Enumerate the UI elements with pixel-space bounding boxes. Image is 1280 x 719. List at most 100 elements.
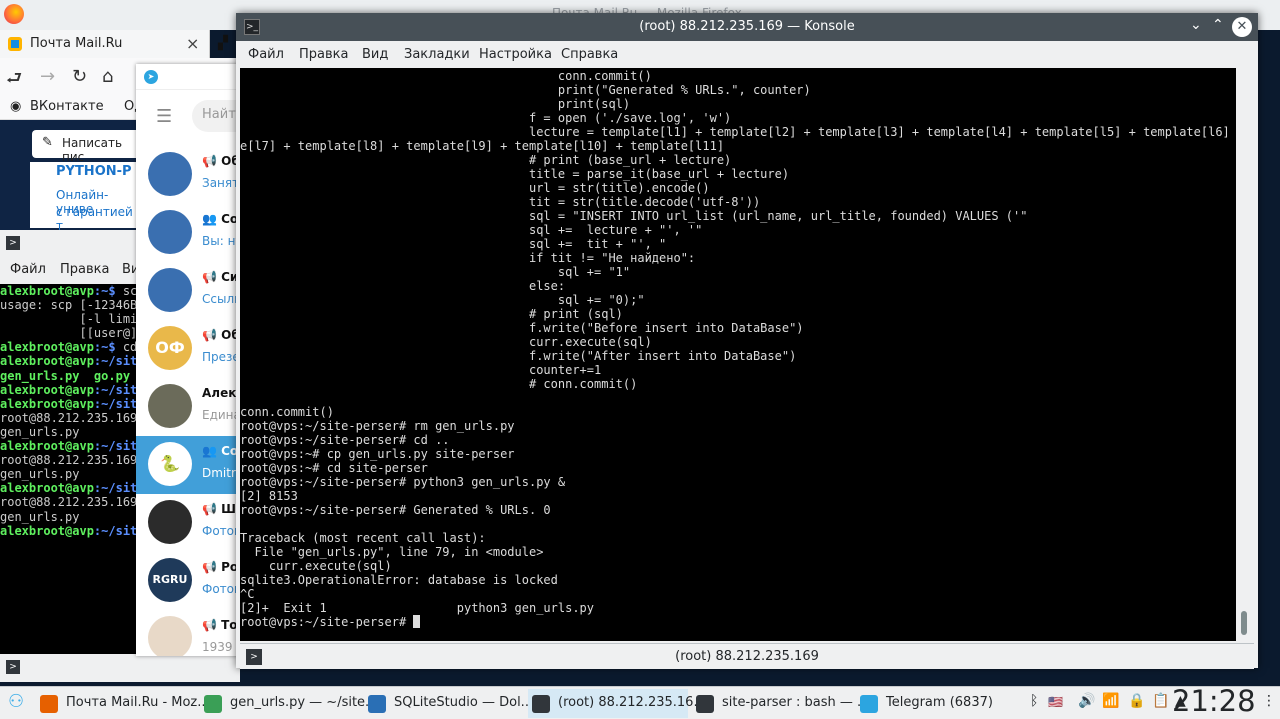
- bg-konsole-statusbar: >: [0, 654, 240, 682]
- chat-name: 👥 Со: [202, 212, 239, 226]
- taskbar-task[interactable]: (root) 88.212.235.16...: [528, 689, 706, 718]
- konsole-menubar: Файл Правка Вид Закладки Настройка Справ…: [236, 41, 1258, 67]
- chat-avatar: ОФ: [148, 326, 192, 370]
- menu-settings[interactable]: Настройка: [479, 47, 552, 62]
- firefox-tab-label: Почта Mail.Ru: [30, 36, 123, 51]
- hamburger-menu-icon[interactable]: ☰: [156, 106, 172, 127]
- bg-menu-file[interactable]: Файл: [10, 262, 46, 277]
- firefox-logo-icon: [4, 4, 24, 24]
- chat-name: Алекс: [202, 386, 240, 400]
- terminal-icon[interactable]: >: [6, 660, 20, 674]
- terminal-cursor: [413, 615, 421, 628]
- chat-item[interactable]: 📢 Си Ссылк: [136, 262, 240, 320]
- app-launcher-icon[interactable]: ⚇: [8, 691, 24, 712]
- terminal-line: # conn.commit(): [240, 377, 638, 391]
- chat-item[interactable]: 📢 Ш Фотог: [136, 494, 240, 552]
- chat-preview: Едина: [202, 408, 240, 422]
- chat-item[interactable]: 📢 Об Занят: [136, 146, 240, 204]
- volume-icon[interactable]: 🔊: [1078, 693, 1095, 709]
- chat-preview: Dmitr: [202, 466, 236, 480]
- taskbar-task[interactable]: gen_urls.py — ~/site...: [200, 689, 377, 718]
- chat-name: 📢 Ро: [202, 560, 239, 574]
- chat-item[interactable]: ОФ 📢 Об Презе: [136, 320, 240, 378]
- menu-help[interactable]: Справка: [561, 47, 618, 62]
- compose-button[interactable]: ✎ Написать пис: [32, 130, 142, 164]
- chat-name: 📢 Ш: [202, 502, 236, 516]
- firefox-tab-2-icon[interactable]: ▞: [218, 36, 234, 51]
- taskbar-task[interactable]: SQLiteStudio — Dol...: [364, 689, 533, 718]
- clipboard-icon[interactable]: 📋: [1152, 693, 1169, 709]
- terminal-line: curr.execute(sql): [240, 335, 652, 349]
- terminal-line: root@vps:~# cd site-perser: [240, 461, 428, 475]
- home-icon[interactable]: ⌂: [102, 66, 113, 87]
- bg-prompt-user: alexbroot@avp: [0, 340, 94, 355]
- taskbar-task[interactable]: Telegram (6837): [856, 689, 1016, 718]
- terminal-line: root@vps:~/site-perser# Generated % URLs…: [240, 503, 551, 517]
- bg-line-text: usage: scp [-12346BCp: [0, 298, 152, 313]
- close-window-icon[interactable]: ✕: [1232, 17, 1252, 37]
- chat-item[interactable]: 📢 То 1939 г: [136, 610, 240, 656]
- terminal-line: File "gen_urls.py", line 79, in <module>: [240, 545, 544, 559]
- terminal-scrollbar[interactable]: [1236, 68, 1254, 641]
- back-icon[interactable]: ⮐: [6, 66, 22, 96]
- terminal-line: sqlite3.OperationalError: database is lo…: [240, 573, 558, 587]
- notifications-icon[interactable]: 🔒: [1128, 693, 1145, 709]
- promo-banner[interactable]: PYTHON-P Онлайн-униве с гарантией т: [30, 162, 140, 233]
- menu-file[interactable]: Файл: [248, 47, 284, 62]
- menu-bookmarks[interactable]: Закладки: [404, 47, 470, 62]
- mail-ru-favicon-icon: [8, 37, 22, 51]
- chat-item[interactable]: RGRU 📢 Ро Фотог: [136, 552, 240, 610]
- terminal-line: if tit != "Не найдено":: [240, 251, 696, 265]
- clock[interactable]: 21:28: [1172, 684, 1256, 718]
- terminal-icon[interactable]: >: [6, 236, 20, 250]
- terminal-line: sql += "1": [240, 265, 631, 279]
- scrollbar-thumb[interactable]: [1241, 611, 1247, 635]
- konsole-titlebar[interactable]: >_ (root) 88.212.235.169 — Konsole ⌄ ⌃ ✕: [236, 13, 1258, 41]
- terminal-line: f = open ('./save.log', 'w'): [240, 111, 732, 125]
- chat-preview: 1939 г: [202, 640, 240, 654]
- close-tab-icon[interactable]: ×: [186, 34, 199, 53]
- telegram-search-input[interactable]: Найти: [192, 100, 240, 132]
- vk-bookmark-icon: ◉: [10, 99, 22, 114]
- reload-icon[interactable]: ↻: [72, 66, 87, 87]
- taskbar-task-label: site-parser : bash — ...: [722, 695, 870, 710]
- bg-menu-edit[interactable]: Правка: [60, 262, 109, 277]
- terminal-line: e[l7] + template[l8] + template[l9] + te…: [240, 139, 725, 153]
- chat-item[interactable]: Алекс Едина: [136, 378, 240, 436]
- firefox-tab-mail[interactable]: Почта Mail.Ru ×: [0, 30, 210, 58]
- chat-item[interactable]: 👥 Со Вы: ну: [136, 204, 240, 262]
- minimize-icon[interactable]: ⌄: [1190, 17, 1202, 33]
- bg-prompt-user: alexbroot@avp: [0, 382, 94, 397]
- keyboard-layout-flag-icon[interactable]: 🇺🇸: [1048, 695, 1063, 709]
- bookmark-vkontakte[interactable]: ВКонтакте: [30, 99, 104, 114]
- sqlitestudio-icon: [368, 695, 386, 713]
- promo-title: PYTHON-P: [56, 164, 132, 179]
- konsole-tabbar: > (root) 88.212.235.169: [240, 643, 1254, 669]
- menu-view[interactable]: Вид: [362, 47, 388, 62]
- maximize-icon[interactable]: ⌃: [1212, 17, 1224, 33]
- terminal-line: # print (sql): [240, 307, 623, 321]
- chat-item[interactable]: 🐍 👥 Со Dmitr: [136, 436, 240, 494]
- telegram-logo-icon: ➤: [144, 70, 158, 84]
- show-desktop-icon[interactable]: ⋮: [1262, 693, 1276, 709]
- pen-icon: ✎: [42, 135, 53, 150]
- taskbar-task[interactable]: Почта Mail.Ru - Moz...: [36, 689, 210, 718]
- chat-name: 📢 Об: [202, 154, 240, 168]
- terminal-output[interactable]: conn.commit() print("Generated % URLs.",…: [240, 68, 1236, 641]
- terminal-line: else:: [240, 279, 566, 293]
- menu-edit[interactable]: Правка: [299, 47, 348, 62]
- konsole-tab-title[interactable]: (root) 88.212.235.169: [240, 649, 1254, 664]
- terminal-line: counter+=1: [240, 363, 602, 377]
- telegram-icon: [860, 695, 878, 713]
- forward-icon[interactable]: →: [40, 66, 55, 87]
- bluetooth-icon[interactable]: ᛒ: [1030, 693, 1038, 709]
- wifi-icon[interactable]: 📶: [1102, 693, 1119, 709]
- chat-name: 📢 То: [202, 618, 238, 632]
- terminal-line: title = parse_it(base_url + lecture): [240, 167, 790, 181]
- terminal-line: lecture = template[l1] + template[l2] + …: [240, 125, 1236, 139]
- chat-avatar: [148, 210, 192, 254]
- firefox-icon: [40, 695, 58, 713]
- bg-prompt-dir: :~$: [93, 284, 116, 298]
- taskbar-task[interactable]: site-parser : bash — ...: [692, 689, 869, 718]
